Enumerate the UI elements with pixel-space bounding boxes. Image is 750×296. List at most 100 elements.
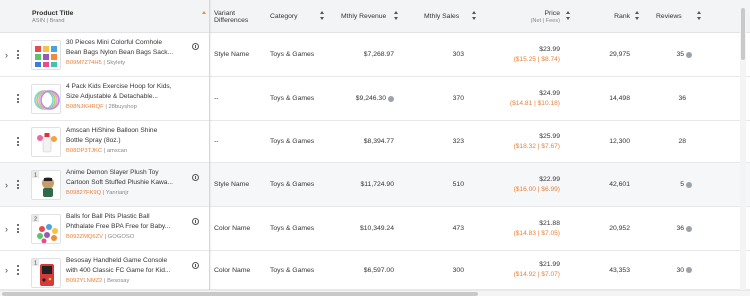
column-revenue-label: Mthly Revenue	[341, 13, 387, 20]
asin-link[interactable]: B092YLNMZ2	[66, 278, 102, 284]
price: $23.99	[539, 45, 560, 53]
sort-category-icon[interactable]	[320, 11, 325, 20]
product-thumbnail[interactable]	[31, 84, 61, 114]
asin-link[interactable]: B09827FK9Q	[66, 190, 101, 196]
variant-differences: Color Name	[214, 266, 251, 274]
expand-row-icon[interactable]: ›	[3, 33, 10, 76]
variant-differences: Color Name	[214, 225, 251, 232]
column-price[interactable]: Price (Net | Fees)	[520, 0, 560, 33]
net-fees: ($16.00 | $6.99)	[513, 185, 560, 193]
reviews: 28	[678, 138, 686, 145]
table-row[interactable]: › 30 Pieces Mini Colorful Cornhole Bean …	[0, 33, 750, 77]
product-title[interactable]: Anime Demon Slayer Plush Toy Cartoon Sof…	[66, 168, 190, 198]
net-fees: ($14.92 | $7.07)	[513, 271, 560, 278]
expand-row-icon[interactable]: ›	[3, 163, 10, 206]
column-category-label: Category	[270, 13, 298, 20]
reviews-cell: 35	[650, 33, 692, 76]
expand-row-icon[interactable]: ›	[3, 251, 10, 289]
rank: 12,300	[609, 138, 630, 145]
column-rank[interactable]: Rank	[590, 0, 630, 33]
column-product-title[interactable]: Product Title ASIN | Brand	[32, 0, 202, 33]
horizontal-scrollbar[interactable]	[0, 290, 750, 296]
sort-price-icon[interactable]	[566, 11, 571, 20]
reviews: 36	[676, 225, 684, 232]
row-menu-icon[interactable]	[15, 121, 21, 162]
product-thumbnail[interactable]	[31, 40, 61, 70]
expand-row-icon[interactable]: ›	[3, 207, 10, 250]
product-title-line-1: Anime Demon Slayer Plush Toy	[66, 169, 159, 176]
sort-revenue-icon[interactable]	[394, 11, 399, 20]
column-price-sublabel: (Net | Fees)	[530, 17, 560, 24]
table-row[interactable]: › 1 Anime Demon Slayer Plush Toy Cartoon…	[0, 163, 750, 207]
reviews: 36	[678, 95, 686, 102]
column-product-title-sublabel: ASIN | Brand	[32, 17, 65, 24]
asin-link[interactable]: B092ZMQ6ZV	[66, 234, 103, 240]
column-sales-label: Mthly Sales	[424, 13, 460, 20]
reviews-info-icon[interactable]	[686, 51, 692, 58]
variant-differences: Style Name	[214, 181, 250, 188]
row-menu-icon[interactable]	[15, 163, 21, 206]
price-cell: $21.88 ($14.83 | $7.05)	[490, 207, 560, 250]
reviews-cell: 36	[650, 207, 692, 250]
sort-sales-icon[interactable]	[472, 11, 477, 20]
reviews-info-icon[interactable]	[686, 267, 692, 273]
product-title[interactable]: Besosay Handheld Game Console with 400 C…	[66, 256, 190, 286]
column-reviews-label: Reviews	[656, 13, 682, 20]
price: $22.99	[539, 175, 560, 183]
brand-name: amscan	[106, 148, 128, 154]
monthly-sales: 473	[452, 225, 464, 232]
product-thumbnail[interactable]: 1	[31, 170, 61, 200]
reviews-info-icon[interactable]	[686, 225, 692, 232]
column-category[interactable]: Category	[270, 0, 320, 33]
monthly-sales: 370	[452, 95, 464, 102]
product-title[interactable]: 30 Pieces Mini Colorful Cornhole Bean Ba…	[66, 38, 190, 68]
variant-count-badge: 1	[34, 173, 37, 179]
reviews-cell: 5	[650, 163, 692, 206]
monthly-sales: 323	[452, 138, 464, 145]
buybox-info-icon[interactable]	[192, 43, 199, 50]
row-menu-icon[interactable]	[15, 77, 21, 120]
asin-link[interactable]: B09M7Z74H5	[66, 60, 102, 66]
product-title[interactable]: Balls for Ball Pits Plastic Ball Phthala…	[66, 212, 190, 242]
column-reviews[interactable]: Reviews	[656, 0, 696, 33]
product-title-line-2: Cartoon Soft Stuffed Plushie Kawa...	[66, 179, 173, 186]
vertical-scrollbar[interactable]	[740, 0, 746, 290]
product-thumbnail[interactable]	[31, 127, 61, 157]
monthly-revenue: $7,268.97	[363, 51, 394, 58]
sort-rank-icon[interactable]	[635, 11, 640, 20]
brand-name: Besosay	[107, 278, 130, 284]
vertical-scrollbar-thumb[interactable]	[741, 8, 745, 60]
monthly-revenue: $11,724.90	[360, 181, 394, 188]
row-menu-icon[interactable]	[15, 251, 21, 289]
asin-link[interactable]: B08NJKHRQF	[66, 104, 104, 110]
column-monthly-revenue[interactable]: Mthly Revenue	[341, 0, 401, 33]
column-monthly-sales[interactable]: Mthly Sales	[424, 0, 474, 33]
table-row[interactable]: › 1 Besosay Handheld Game Console with 4…	[0, 251, 750, 290]
category: Toys & Games	[270, 95, 315, 102]
brand-name: Yanrianjr	[105, 190, 129, 196]
horizontal-scrollbar-thumb[interactable]	[2, 292, 478, 296]
asin-link[interactable]: B08DP3TJKC	[66, 148, 102, 154]
table-row[interactable]: Amscan HiShine Balloon Shine Bottle Spra…	[0, 121, 750, 163]
reviews-info-icon[interactable]	[686, 181, 692, 188]
product-thumbnail[interactable]: 1	[31, 258, 61, 288]
row-menu-icon[interactable]	[15, 33, 21, 76]
row-menu-icon[interactable]	[15, 207, 21, 250]
product-title[interactable]: Amscan HiShine Balloon Shine Bottle Spra…	[66, 126, 190, 156]
net-fees: ($14.83 | $7.05)	[513, 229, 560, 237]
product-thumbnail[interactable]: 2	[31, 214, 61, 244]
buybox-info-icon[interactable]	[192, 218, 199, 225]
buybox-info-icon[interactable]	[192, 262, 199, 269]
column-product-title-label: Product Title	[32, 9, 74, 17]
product-title[interactable]: 4 Pack Kids Exercise Hoop for Kids, Size…	[66, 82, 190, 112]
table-row[interactable]: › 2 Balls for Ball Pits Plastic Ball Pht…	[0, 207, 750, 251]
expand-row-icon[interactable]	[3, 121, 10, 162]
sort-product-title-icon[interactable]	[202, 11, 207, 20]
column-variant-differences[interactable]: Variant Differences	[214, 0, 264, 33]
revenue-info-icon[interactable]	[388, 95, 394, 102]
variant-differences: Style Name	[214, 51, 250, 58]
buybox-info-icon[interactable]	[192, 174, 199, 181]
sort-reviews-icon[interactable]	[697, 11, 702, 20]
expand-row-icon[interactable]	[3, 77, 10, 120]
table-row[interactable]: 4 Pack Kids Exercise Hoop for Kids, Size…	[0, 77, 750, 121]
